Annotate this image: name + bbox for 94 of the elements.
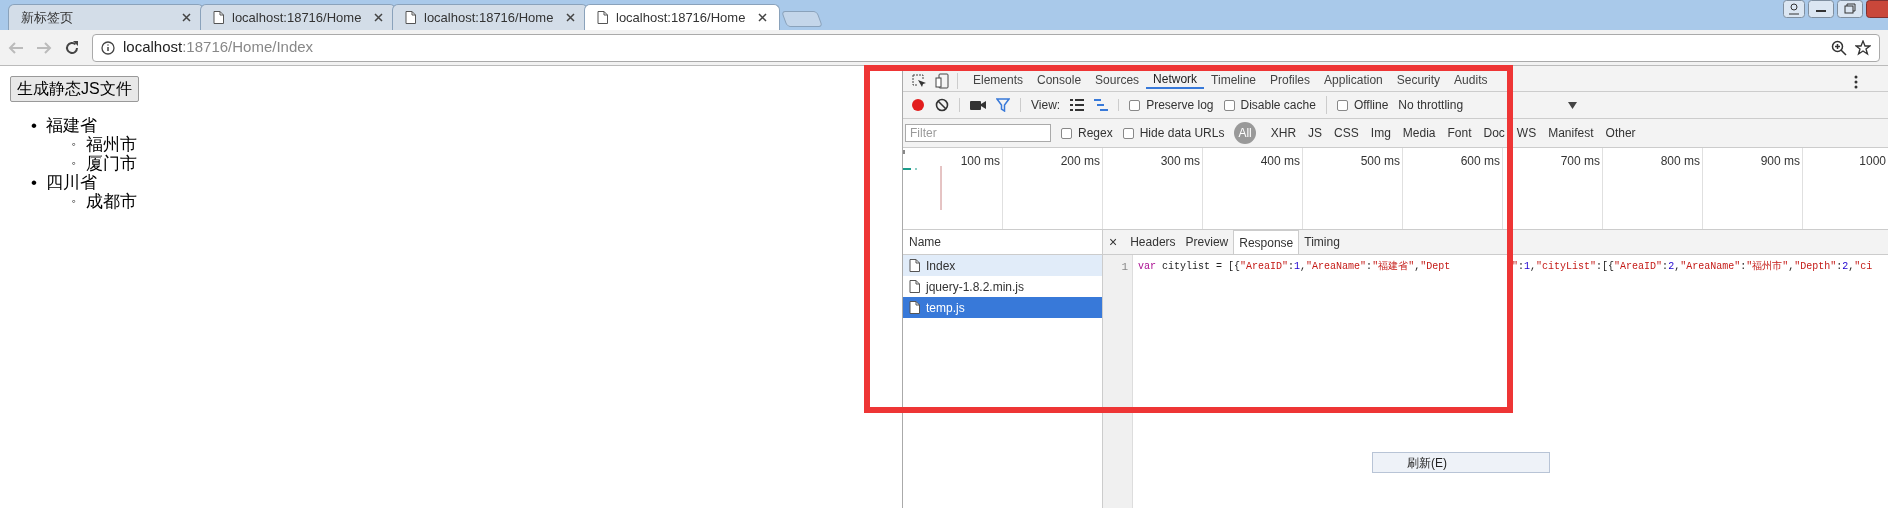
user-icon[interactable] [1783, 0, 1805, 18]
line-number: 1 [1121, 260, 1128, 275]
view-label: View: [1031, 97, 1061, 114]
tick-label: 900 ms [1760, 153, 1800, 170]
type-filter[interactable]: JS [1307, 124, 1324, 142]
restore-icon[interactable] [1837, 0, 1863, 18]
filter-icon[interactable] [996, 98, 1021, 112]
checkbox[interactable] [1061, 127, 1072, 139]
detail-tab[interactable]: Timing [1299, 230, 1345, 254]
province-item: 福建省 [46, 116, 97, 135]
close-icon[interactable] [566, 13, 575, 22]
tick-label: 100 ms [960, 153, 1000, 170]
timeline-bars-drawing [903, 150, 943, 210]
bullet: ◦ [70, 155, 78, 172]
devtools-tab[interactable]: Security [1389, 70, 1448, 89]
file-icon [909, 301, 920, 314]
type-filter[interactable]: XHR [1269, 124, 1298, 142]
device-icon[interactable] [935, 73, 958, 89]
minimize-icon[interactable] [1808, 0, 1834, 18]
tick-label: 200 ms [1060, 153, 1100, 170]
detail-tab[interactable]: Headers [1125, 230, 1181, 254]
browser-tab[interactable]: localhost:18716/Home [392, 4, 588, 30]
type-filter[interactable]: Font [1446, 124, 1473, 142]
detail-tab[interactable]: Response [1233, 230, 1300, 254]
type-filter[interactable]: WS [1515, 124, 1538, 142]
checkbox[interactable] [1129, 99, 1141, 111]
option-label: Preserve log [1146, 97, 1214, 114]
zoom-icon[interactable] [1831, 39, 1847, 56]
detail-tab[interactable]: Preview [1180, 230, 1234, 254]
option-label: Hide data URLs [1139, 125, 1225, 142]
more-menu-icon[interactable] [1854, 75, 1858, 89]
bullet: ◦ [70, 193, 78, 210]
province-item: 四川省 [46, 173, 97, 192]
type-filter[interactable]: Manifest [1547, 124, 1595, 142]
camera-icon[interactable] [970, 99, 986, 111]
checkbox[interactable] [1223, 99, 1235, 111]
devtools-tab[interactable]: Sources [1088, 70, 1147, 89]
bullet: • [30, 173, 38, 192]
devtools-tab[interactable]: Console [1030, 70, 1089, 89]
devtools-tab[interactable]: Profiles [1263, 70, 1318, 89]
bookmark-star-icon[interactable] [1855, 39, 1871, 56]
checkbox[interactable] [1336, 99, 1348, 111]
devtools-tab[interactable]: Timeline [1204, 70, 1263, 89]
option-label: Disable cache [1240, 97, 1316, 114]
close-icon[interactable] [374, 13, 383, 22]
waterfall-view-icon[interactable] [1094, 99, 1120, 111]
tick-label: 300 ms [1160, 153, 1200, 170]
close-icon[interactable]: × [1109, 231, 1126, 253]
devtools-tab[interactable]: Audits [1447, 70, 1495, 89]
close-icon[interactable] [758, 13, 767, 22]
generate-button[interactable]: 生成静态JS文件 [10, 76, 139, 102]
close-icon[interactable] [182, 13, 191, 22]
address-field[interactable]: localhost:18716/Home/Index [92, 33, 1880, 62]
inspect-icon[interactable] [911, 73, 927, 89]
option-label: Regex [1078, 125, 1113, 142]
tick-label: 800 ms [1660, 153, 1700, 170]
throttling-select[interactable]: No throttling [1398, 96, 1559, 114]
list-view-icon[interactable] [1070, 99, 1085, 111]
type-filter[interactable]: CSS [1333, 124, 1360, 142]
browser-tab[interactable]: localhost:18716/Home [584, 4, 780, 30]
info-icon[interactable] [101, 40, 115, 55]
request-row[interactable]: temp.js [903, 297, 1102, 318]
tick-label: 700 ms [1560, 153, 1600, 170]
code-line-continuation: ":1,"cityList":[{"AreaID":2,"AreaName":"福州市","Depth":2,"ci [1512, 259, 1873, 274]
context-menu-item[interactable]: 刷新(E) [1372, 452, 1550, 473]
url-path: :18716/Home/Index [182, 38, 314, 56]
type-filter[interactable]: Media [1401, 124, 1437, 142]
file-icon [909, 280, 920, 293]
record-icon[interactable] [911, 98, 925, 112]
city-item: 厦门市 [86, 154, 137, 173]
clear-icon[interactable] [935, 98, 960, 112]
devtools-tab[interactable]: Application [1317, 70, 1390, 89]
option-label: Offline [1353, 97, 1389, 114]
url-host: localhost [123, 38, 183, 56]
code-line: var citylist = [{"AreaID":1,"AreaName":"福建省","Dept [1138, 259, 1451, 274]
city-item: 成都市 [86, 192, 137, 211]
filter-input[interactable]: Filter [905, 124, 1051, 142]
type-filter[interactable]: Img [1369, 124, 1392, 142]
tick-label: 600 ms [1460, 153, 1500, 170]
tick-label: 1000 [1859, 153, 1886, 170]
tick-label: 500 ms [1360, 153, 1400, 170]
type-filter[interactable]: Doc [1482, 124, 1506, 142]
file-icon [909, 259, 920, 272]
devtools-tab[interactable]: Network [1146, 70, 1205, 89]
reload-icon[interactable] [64, 39, 80, 56]
dropdown-caret-icon[interactable] [1568, 101, 1578, 109]
bullet: • [30, 116, 38, 135]
checkbox[interactable] [1122, 127, 1134, 139]
devtools-tab[interactable]: Elements [966, 70, 1031, 89]
request-row[interactable]: Index [903, 255, 1102, 276]
type-filter[interactable]: Other [1604, 124, 1637, 142]
city-item: 福州市 [86, 135, 137, 154]
bullet: ◦ [70, 136, 78, 153]
tick-label: 400 ms [1260, 153, 1300, 170]
